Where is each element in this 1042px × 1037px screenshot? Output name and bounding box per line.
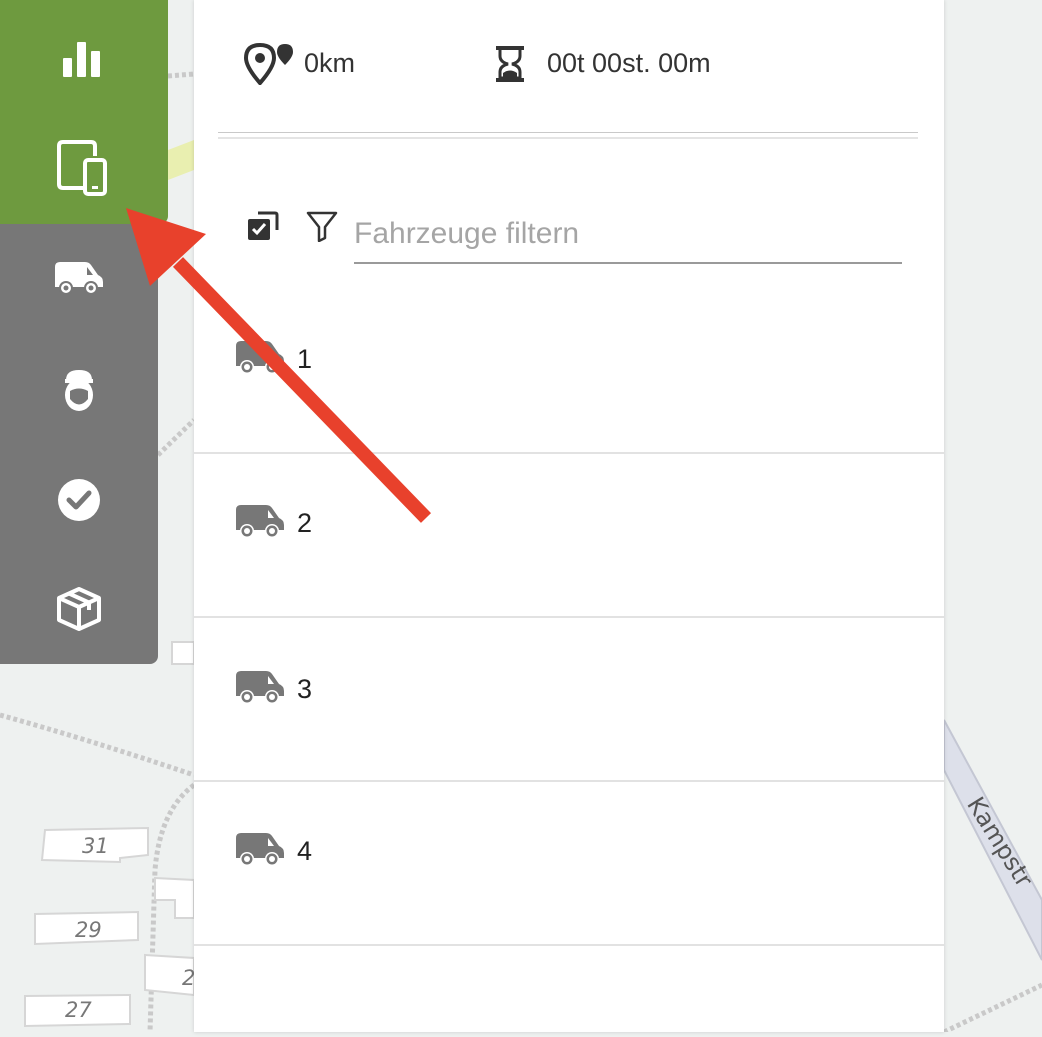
sidebar-item-drivers[interactable]: [49, 360, 109, 420]
location-distance-icon: [243, 42, 293, 85]
vehicle-row[interactable]: 2: [194, 452, 944, 618]
divider: [218, 132, 918, 139]
filter-icon: [306, 211, 338, 242]
sidebar-primary: [0, 0, 168, 224]
vehicle-row[interactable]: 4: [194, 780, 944, 946]
stats-bar: 0km 00t 00st. 00m: [194, 0, 944, 130]
vehicle-row[interactable]: 1: [194, 288, 944, 454]
map-path: [156, 418, 196, 457]
check-circle-icon: [58, 479, 100, 521]
vehicle-label: 3: [297, 674, 313, 704]
map-building: [171, 641, 195, 665]
house-number-label: 27: [65, 998, 92, 1022]
van-icon: [236, 833, 284, 866]
house-number-label: 31: [82, 834, 109, 858]
duration-value: 00t 00st. 00m: [547, 48, 711, 78]
vehicle-label: 4: [297, 836, 313, 866]
sidebar-item-packages[interactable]: [49, 579, 109, 639]
van-icon: [55, 262, 103, 295]
sidebar-item-vehicles[interactable]: [49, 248, 109, 308]
vehicle-filter-input[interactable]: [354, 206, 902, 264]
sidebar-item-statistics[interactable]: [52, 28, 112, 88]
sidebar-secondary: [0, 215, 158, 664]
driver-icon: [65, 370, 93, 411]
sidebar-item-tasks[interactable]: [49, 470, 109, 530]
bar-chart-icon: [63, 42, 100, 77]
distance-value: 0km: [304, 48, 356, 78]
map-building: [154, 876, 195, 919]
van-icon: [236, 341, 284, 374]
van-icon: [236, 505, 284, 538]
map-path: [167, 71, 195, 79]
map-path: [0, 712, 195, 778]
map-path: [942, 982, 1042, 1035]
house-number-label: 29: [75, 918, 102, 942]
vehicle-row[interactable]: 3: [194, 616, 944, 782]
map-road: [168, 140, 194, 180]
package-icon: [57, 587, 101, 631]
hourglass-icon: [496, 46, 524, 82]
vehicle-label: 1: [297, 344, 313, 374]
sidebar-item-devices[interactable]: [52, 137, 112, 197]
vehicle-panel: 0km 00t 00st. 00m 1 2 3: [194, 0, 944, 1032]
select-all-icon[interactable]: [246, 210, 280, 242]
van-icon: [236, 671, 284, 704]
vehicle-label: 2: [297, 508, 313, 538]
devices-icon: [57, 140, 107, 196]
